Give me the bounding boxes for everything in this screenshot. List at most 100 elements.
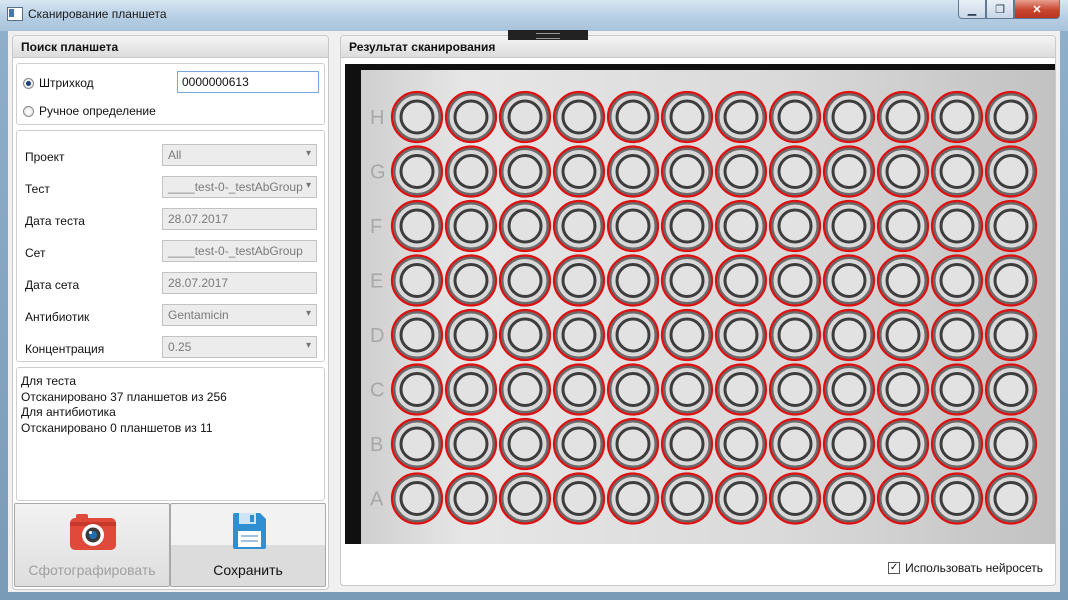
plate-well — [498, 472, 552, 525]
client-area: Поиск планшета Штрихкод 0000000613 Ручно… — [8, 31, 1060, 592]
plate-well — [822, 417, 876, 471]
plate-well — [660, 199, 714, 253]
plate-well — [930, 199, 984, 253]
barcode-radio[interactable]: Штрихкод — [23, 76, 94, 90]
plate-well — [876, 90, 930, 144]
plate-well — [444, 472, 498, 525]
plate-well — [714, 363, 768, 416]
window-title: Сканирование планшета — [28, 7, 167, 21]
plate-well — [498, 417, 552, 471]
plate-well — [498, 308, 552, 362]
maximize-button[interactable]: ❐ — [986, 0, 1014, 19]
plate-well — [606, 145, 660, 198]
plate-well — [606, 199, 660, 253]
row-letter: F — [370, 216, 382, 238]
plate-well — [930, 472, 984, 525]
test-select[interactable]: ____test-0-_testAbGroup — [162, 176, 317, 198]
plate-well — [930, 308, 984, 362]
save-label: Сохранить — [213, 562, 283, 578]
title-bar[interactable]: Сканирование планшета ▁ ❐ ✕ — [0, 0, 1068, 31]
splitter-grip[interactable] — [508, 30, 588, 40]
plate-well — [552, 308, 606, 362]
plate-well — [390, 417, 444, 471]
plate-well — [876, 363, 930, 416]
plate-well — [822, 199, 876, 253]
use-neural-net-label: Использовать нейросеть — [905, 561, 1043, 575]
test-label: Тест — [25, 182, 50, 196]
project-select[interactable]: All — [162, 144, 317, 166]
set-label: Сет — [25, 246, 46, 260]
set-date-field: 28.07.2017 — [162, 272, 317, 294]
row-letter: E — [370, 271, 383, 293]
plate-well — [498, 90, 552, 144]
stats-line: Для теста — [21, 374, 77, 388]
plate-well — [606, 254, 660, 307]
scan-result-panel: Результат сканирования H G F E D C B A ✓ Исполь… — [340, 35, 1056, 586]
plate-well — [984, 145, 1038, 198]
action-buttons: Сфотографировать Сохранить — [13, 503, 330, 587]
set-date-label: Дата сета — [25, 278, 80, 292]
barcode-input[interactable]: 0000000613 — [177, 71, 319, 93]
plate-well — [660, 254, 714, 307]
manual-radio[interactable]: Ручное определение — [23, 104, 156, 118]
plate-well — [552, 363, 606, 416]
plate-well — [930, 417, 984, 471]
stats-line: Для антибиотика — [21, 405, 116, 419]
plate-well — [552, 254, 606, 307]
plate-well — [768, 90, 822, 144]
plate-well — [768, 145, 822, 198]
plate-well — [984, 308, 1038, 362]
floppy-save-icon — [233, 513, 266, 549]
plate-well — [714, 308, 768, 362]
plate-well — [930, 254, 984, 307]
plate-well — [984, 363, 1038, 416]
plate-well — [660, 308, 714, 362]
plate-well — [390, 363, 444, 416]
set-field: ____test-0-_testAbGroup — [162, 240, 317, 262]
plate-well — [498, 145, 552, 198]
stats-line: Отсканировано 0 планшетов из 11 — [21, 420, 213, 435]
plate-well — [930, 363, 984, 416]
plate-well — [984, 254, 1038, 307]
plate-well — [984, 472, 1038, 525]
plate-well — [552, 145, 606, 198]
plate-well — [876, 308, 930, 362]
use-neural-net-checkbox[interactable]: ✓ Использовать нейросеть — [888, 561, 1043, 575]
plate-well — [876, 472, 930, 525]
plate-well — [660, 145, 714, 198]
stats-line: Отсканировано 37 планшетов из 256 — [21, 389, 227, 404]
plate-well — [822, 472, 876, 525]
plate-well — [390, 145, 444, 198]
radio-checked-icon — [23, 77, 34, 89]
plate-well — [444, 90, 498, 144]
scan-stats-group: Для теста Отсканировано 37 планшетов из … — [16, 367, 325, 501]
antibiotic-select[interactable]: Gentamicin — [162, 304, 317, 326]
plate-well — [822, 254, 876, 307]
barcode-radio-label: Штрихкод — [39, 76, 94, 90]
minimize-button[interactable]: ▁ — [958, 0, 986, 19]
plate-well — [714, 417, 768, 471]
mode-group: Штрихкод 0000000613 Ручное определение — [16, 63, 325, 125]
plate-well — [390, 308, 444, 362]
plate-well — [876, 254, 930, 307]
scan-image: H G F E D C B A — [345, 64, 1055, 544]
plate-well — [768, 308, 822, 362]
save-button[interactable]: Сохранить — [170, 503, 326, 587]
detected-wells-overlay: H G F E D C B A — [370, 90, 1038, 525]
plate-well — [552, 199, 606, 253]
row-letter: G — [370, 162, 386, 184]
plate-well — [444, 254, 498, 307]
plate-params-group: Проект All Тест ____test-0-_testAbGroup … — [16, 130, 325, 362]
row-letter: C — [370, 380, 384, 402]
plate-well — [768, 199, 822, 253]
row-letter: A — [370, 489, 384, 511]
plate-well — [930, 90, 984, 144]
take-photo-button[interactable]: Сфотографировать — [14, 503, 170, 587]
project-label: Проект — [25, 150, 65, 164]
concentration-select[interactable]: 0.25 — [162, 336, 317, 358]
plate-well — [444, 308, 498, 362]
plate-well — [390, 199, 444, 253]
plate-well — [498, 363, 552, 416]
close-button[interactable]: ✕ — [1014, 0, 1060, 19]
plate-well — [822, 90, 876, 144]
